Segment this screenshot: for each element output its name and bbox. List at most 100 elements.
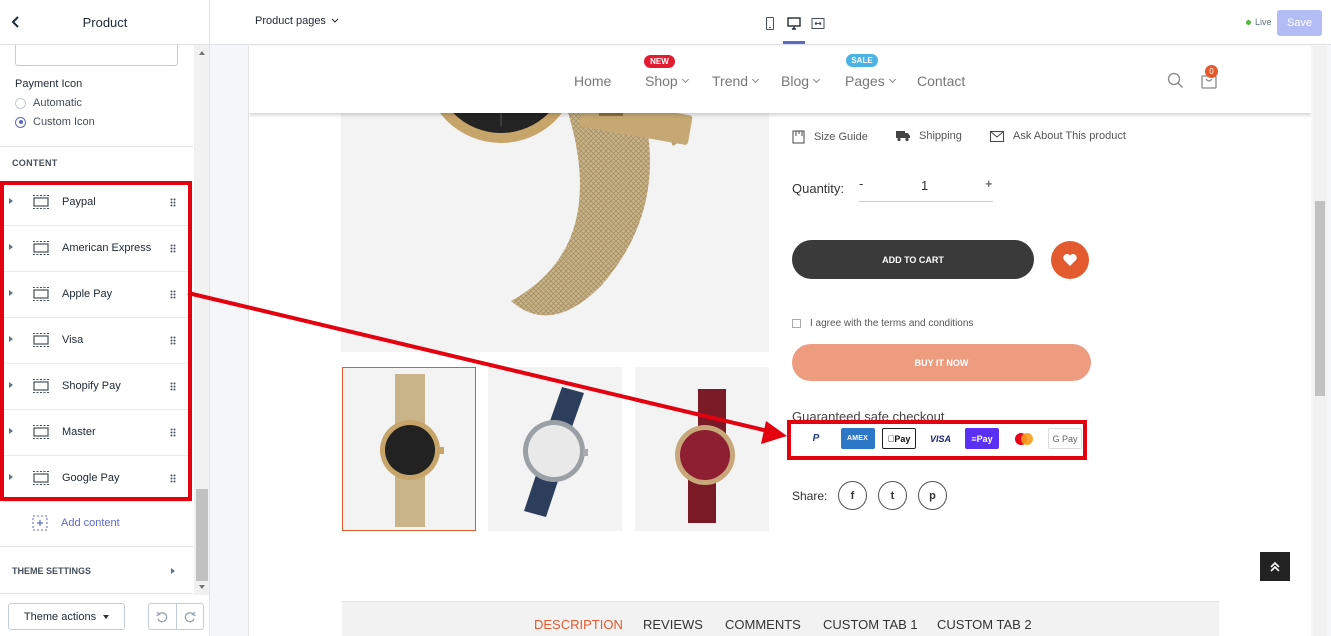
nav-home[interactable]: Home <box>574 73 611 89</box>
quantity-input[interactable]: 1 <box>921 178 928 193</box>
tab-reviews[interactable]: REVIEWS <box>643 617 703 632</box>
content-block-item[interactable]: American Express <box>3 226 190 272</box>
add-content-label: Add content <box>61 517 120 529</box>
nav-label: Home <box>574 73 612 89</box>
block-icon <box>33 379 49 393</box>
nav-label: Contact <box>917 73 966 89</box>
theme-settings-row[interactable]: THEME SETTINGS <box>0 546 193 594</box>
drag-handle-icon[interactable] <box>170 244 176 253</box>
heart-icon <box>1063 254 1077 266</box>
page-selector-label: Product pages <box>255 15 326 27</box>
theme-actions-button[interactable]: Theme actions <box>8 603 125 630</box>
content-block-item[interactable]: Visa <box>3 318 190 364</box>
desktop-view-button[interactable] <box>782 14 806 44</box>
caret-right-icon[interactable] <box>9 198 13 204</box>
caret-right-icon[interactable] <box>9 336 13 342</box>
save-button[interactable]: Save <box>1277 10 1322 36</box>
redo-button[interactable] <box>177 604 204 629</box>
product-thumbnail-red[interactable] <box>635 367 769 531</box>
scroll-up-icon[interactable] <box>199 51 205 55</box>
facebook-share-button[interactable]: f <box>838 481 867 510</box>
desktop-icon <box>787 17 801 30</box>
product-thumbnail-gold[interactable] <box>342 367 476 531</box>
caret-right-icon[interactable] <box>9 428 13 434</box>
scrollbar-thumb[interactable] <box>1315 201 1325 396</box>
content-block-item[interactable]: Apple Pay <box>3 272 190 318</box>
terms-checkbox-row[interactable]: I agree with the terms and conditions <box>792 318 973 329</box>
chevron-down-icon <box>888 75 896 83</box>
nav-blog[interactable]: Blog <box>781 73 821 89</box>
caret-right-icon[interactable] <box>9 244 13 250</box>
twitter-icon: t <box>890 489 895 502</box>
scrollbar-thumb[interactable] <box>196 489 208 581</box>
fullscreen-view-button[interactable] <box>806 14 830 44</box>
add-content-button[interactable]: Add content <box>32 515 120 531</box>
radio-custom-icon[interactable]: Custom Icon <box>15 115 95 129</box>
chevron-down-icon <box>812 75 821 83</box>
undo-icon <box>156 611 168 622</box>
section-divider <box>0 146 193 147</box>
terms-checkbox[interactable] <box>792 319 801 328</box>
facebook-icon: f <box>850 489 855 502</box>
ruler-icon <box>792 130 805 144</box>
undo-button[interactable] <box>149 604 177 629</box>
pinterest-share-button[interactable]: p <box>918 481 947 510</box>
nav-pages[interactable]: Pages <box>845 73 896 89</box>
block-label: Shopify Pay <box>62 380 121 392</box>
content-block-item[interactable]: Shopify Pay <box>3 364 190 410</box>
tab-comments[interactable]: COMMENTS <box>725 617 801 632</box>
radio-automatic[interactable]: Automatic <box>15 96 82 110</box>
tab-custom-1[interactable]: CUSTOM TAB 1 <box>823 617 918 632</box>
drag-handle-icon[interactable] <box>170 474 176 483</box>
twitter-share-button[interactable]: t <box>878 481 907 510</box>
text-field[interactable] <box>15 45 178 66</box>
nav-label: Trend <box>712 73 749 89</box>
quantity-decrease-button[interactable]: - <box>859 176 863 191</box>
redo-icon <box>184 611 196 622</box>
block-label: Paypal <box>62 196 96 208</box>
tab-custom-2[interactable]: CUSTOM TAB 2 <box>937 617 1032 632</box>
nav-trend[interactable]: Trend <box>712 73 760 89</box>
nav-shop[interactable]: Shop <box>645 73 689 89</box>
drag-handle-icon[interactable] <box>170 198 176 207</box>
drag-handle-icon[interactable] <box>170 428 176 437</box>
safe-checkout-heading: Guaranteed safe checkout <box>792 409 945 424</box>
content-block-item[interactable]: Paypal <box>3 180 190 226</box>
caret-right-icon[interactable] <box>9 290 13 296</box>
content-block-item[interactable]: Master <box>3 410 190 456</box>
caret-right-icon[interactable] <box>9 382 13 388</box>
product-thumbnail-navy[interactable] <box>488 367 622 531</box>
nav-contact[interactable]: Contact <box>917 73 965 89</box>
new-badge: NEW <box>644 55 675 68</box>
caret-right-icon[interactable] <box>9 474 13 480</box>
size-guide-link[interactable]: Size Guide <box>792 130 868 144</box>
block-icon <box>33 241 49 255</box>
drag-handle-icon[interactable] <box>170 290 176 299</box>
buy-it-now-button[interactable]: BUY IT NOW <box>792 344 1091 381</box>
scroll-down-icon[interactable] <box>199 585 205 589</box>
mobile-view-button[interactable] <box>758 14 782 44</box>
drag-handle-icon[interactable] <box>170 336 176 345</box>
wishlist-button[interactable] <box>1051 241 1089 279</box>
shipping-link[interactable]: Shipping <box>896 130 962 142</box>
mastercard-circles <box>1014 432 1033 445</box>
visa-icon: VISA <box>923 428 958 449</box>
ask-about-link[interactable]: Ask About This product <box>990 130 1126 142</box>
quantity-increase-button[interactable]: + <box>985 176 993 191</box>
content-block-item[interactable]: Google Pay <box>3 456 190 502</box>
sidebar-scrollbar[interactable] <box>194 45 209 595</box>
page-selector[interactable]: Product pages <box>255 15 339 27</box>
editor-topbar: Product pages Live Save <box>210 0 1331 45</box>
mobile-icon <box>766 17 774 30</box>
live-dot-icon <box>1246 19 1251 25</box>
chevron-down-icon <box>752 75 760 83</box>
theme-editor: Product Payment Icon Automatic Custom Ic… <box>0 0 1331 636</box>
preview-scrollbar[interactable] <box>1313 46 1327 636</box>
tab-description[interactable]: DESCRIPTION <box>534 617 623 632</box>
back-to-top-button[interactable] <box>1260 552 1290 581</box>
pinterest-icon: p <box>929 489 936 502</box>
sidebar-header: Product <box>0 0 209 45</box>
add-to-cart-button[interactable]: ADD TO CART <box>792 240 1034 279</box>
drag-handle-icon[interactable] <box>170 382 176 391</box>
search-button[interactable] <box>1167 72 1184 89</box>
